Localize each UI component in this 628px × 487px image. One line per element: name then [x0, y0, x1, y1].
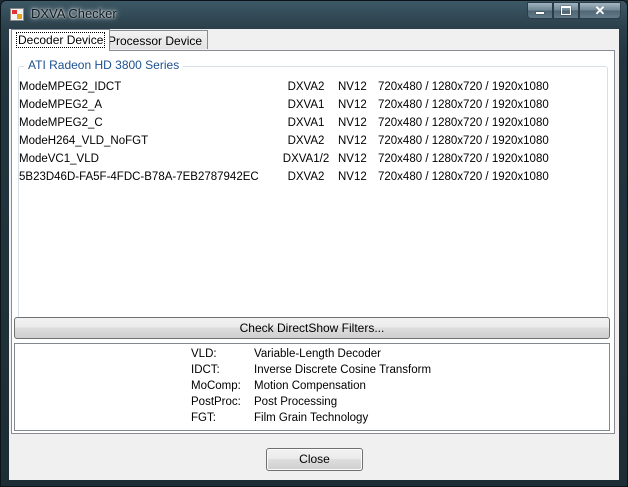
- decoder-format: NV12: [338, 153, 367, 165]
- decoder-format: NV12: [338, 81, 367, 93]
- decoder-resolutions: 720x480 / 1280x720 / 1920x1080: [378, 171, 549, 183]
- close-button[interactable]: Close: [266, 448, 363, 471]
- decoder-resolutions: 720x480 / 1280x720 / 1920x1080: [378, 135, 549, 147]
- glossary-definition: Film Grain Technology: [254, 412, 369, 424]
- glossary-definition: Variable-Length Decoder: [254, 348, 382, 360]
- glossary-definition: Post Processing: [254, 396, 338, 408]
- glossary-abbr: FGT:: [191, 412, 216, 424]
- glossary-definition: Motion Compensation: [254, 380, 366, 392]
- window-title: DXVA Checker: [31, 6, 117, 21]
- check-directshow-filters-button[interactable]: Check DirectShow Filters...: [14, 317, 610, 339]
- decoder-format: NV12: [338, 99, 367, 111]
- decoder-version: DXVA1: [287, 99, 325, 111]
- app-window: DXVA Checker ✕ Decoder Device Processor …: [0, 0, 628, 487]
- decoder-row: ModeMPEG2_C DXVA1 NV12 720x480 / 1280x72…: [18, 115, 608, 133]
- tab-label: Processor Device: [108, 34, 203, 48]
- tab-label: Decoder Device: [15, 32, 106, 48]
- decoder-format: NV12: [338, 117, 367, 129]
- decoder-list: ModeMPEG2_IDCT DXVA2 NV12 720x480 / 1280…: [18, 79, 608, 187]
- decoder-resolutions: 720x480 / 1280x720 / 1920x1080: [378, 117, 549, 129]
- decoder-version: DXVA1: [287, 117, 325, 129]
- decoder-version: DXVA2: [287, 81, 325, 93]
- decoder-name: 5B23D46D-FA5F-4FDC-B78A-7EB2787942EC: [19, 171, 259, 183]
- decoder-name: ModeH264_VLD_NoFGT: [19, 135, 149, 147]
- glossary-abbr: PostProc:: [191, 396, 241, 408]
- title-bar[interactable]: DXVA Checker ✕: [1, 1, 627, 27]
- group-title: ATI Radeon HD 3800 Series: [24, 58, 184, 72]
- decoder-tab-panel: ATI Radeon HD 3800 Series ModeMPEG2_IDCT…: [11, 50, 615, 434]
- decoder-row: 5B23D46D-FA5F-4FDC-B78A-7EB2787942EC DXV…: [18, 169, 608, 187]
- app-icon[interactable]: [10, 8, 24, 21]
- decoder-resolutions: 720x480 / 1280x720 / 1920x1080: [378, 81, 549, 93]
- decoder-resolutions: 720x480 / 1280x720 / 1920x1080: [378, 153, 549, 165]
- decoder-row: ModeH264_VLD_NoFGT DXVA2 NV12 720x480 / …: [18, 133, 608, 151]
- decoder-row: ModeMPEG2_IDCT DXVA2 NV12 720x480 / 1280…: [18, 79, 608, 97]
- maximize-icon: [561, 6, 571, 15]
- decoder-row: ModeMPEG2_A DXVA1 NV12 720x480 / 1280x72…: [18, 97, 608, 115]
- close-window-button[interactable]: ✕: [579, 2, 621, 19]
- glossary-definition: Inverse Discrete Cosine Transform: [254, 364, 432, 376]
- client-area: Decoder Device Processor Device ATI Rade…: [9, 29, 619, 480]
- decoder-group: ATI Radeon HD 3800 Series ModeMPEG2_IDCT…: [18, 58, 608, 335]
- minimize-button[interactable]: [527, 2, 553, 19]
- decoder-version: DXVA2: [287, 135, 325, 147]
- decoder-name: ModeVC1_VLD: [19, 153, 99, 165]
- decoder-version: DXVA2: [287, 171, 325, 183]
- glossary-abbr: MoComp:: [191, 380, 241, 392]
- decoder-row: ModeVC1_VLD DXVA1/2 NV12 720x480 / 1280x…: [18, 151, 608, 169]
- tab-decoder-device[interactable]: Decoder Device: [11, 29, 111, 51]
- glossary-abbr: VLD:: [191, 348, 217, 360]
- caption-buttons: ✕: [527, 2, 621, 19]
- decoder-format: NV12: [338, 135, 367, 147]
- decoder-name: ModeMPEG2_C: [19, 117, 103, 129]
- close-icon: ✕: [594, 2, 606, 18]
- decoder-format: NV12: [338, 171, 367, 183]
- minimize-icon: [536, 12, 544, 14]
- tab-processor-device[interactable]: Processor Device: [102, 30, 209, 49]
- decoder-name: ModeMPEG2_A: [19, 99, 103, 111]
- decoder-name: ModeMPEG2_IDCT: [19, 81, 122, 93]
- decoder-version: DXVA1/2: [282, 153, 330, 165]
- glossary-abbr: IDCT:: [191, 364, 220, 376]
- maximize-button[interactable]: [553, 2, 579, 19]
- decoder-resolutions: 720x480 / 1280x720 / 1920x1080: [378, 99, 549, 111]
- glossary-box: VLD: Variable-Length Decoder IDCT: Inver…: [14, 343, 610, 431]
